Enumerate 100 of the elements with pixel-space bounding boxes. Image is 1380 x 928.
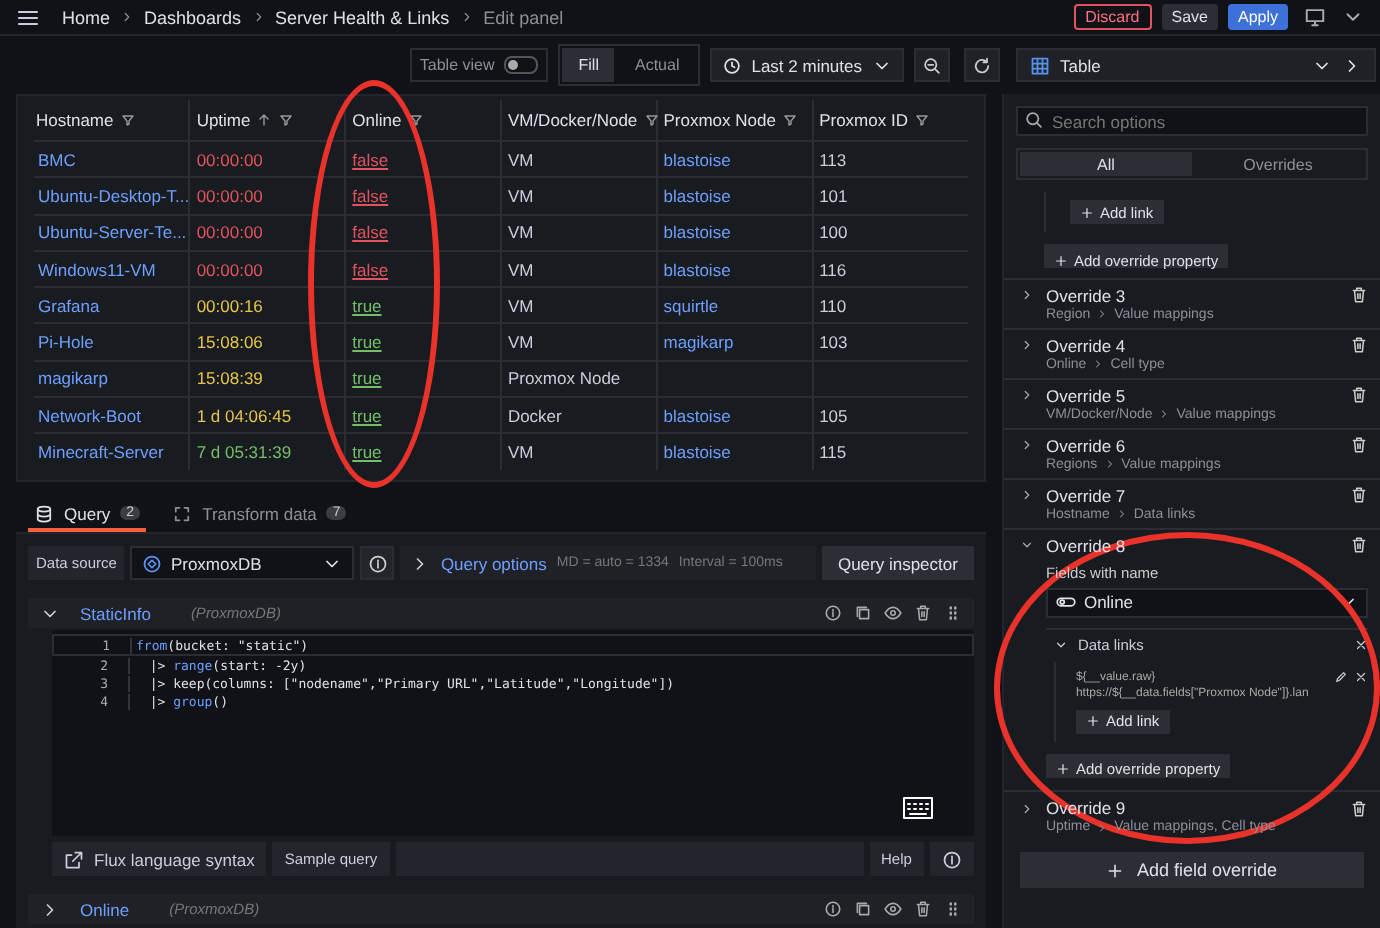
delete-icon[interactable] [1350,336,1368,354]
proxmox-node-link[interactable]: blastoise [656,397,813,434]
hostname-link[interactable]: Minecraft-Server [34,433,190,470]
chevron-right-icon[interactable] [1019,388,1034,402]
online-link[interactable]: true [352,405,382,426]
column-header[interactable]: Proxmox Node [656,100,813,141]
filter-icon[interactable] [407,112,424,128]
column-header[interactable]: Proxmox ID [812,100,968,141]
help-button[interactable] [360,546,395,580]
info-button[interactable] [929,842,974,876]
info-icon[interactable] [823,604,842,622]
proxmox-node-link[interactable]: blastoise [656,433,813,470]
breadcrumb-link[interactable]: Server Health & Links [275,7,450,27]
eye-icon[interactable] [883,900,902,918]
delete-icon[interactable] [1350,536,1368,554]
monitor-icon[interactable] [1304,6,1326,28]
proxmox-node-link[interactable]: magikarp [656,323,813,361]
online-link[interactable]: true [352,442,382,463]
override-title[interactable]: Override 6 [1045,435,1126,455]
proxmox-node-link[interactable]: blastoise [656,250,813,288]
query-inspector-button[interactable]: Query inspector [821,546,974,580]
chevron-right-icon[interactable] [1019,438,1034,452]
delete-icon[interactable] [1350,436,1368,454]
hostname-link[interactable]: Grafana [34,287,190,324]
delete-icon[interactable] [1350,799,1368,818]
filter-icon[interactable] [278,112,295,128]
options-tab[interactable]: Overrides [1191,152,1365,176]
proxmox-node-link[interactable]: blastoise [656,214,813,251]
delete-icon[interactable] [1350,386,1368,404]
override-title[interactable]: Override 7 [1045,485,1126,505]
header-button[interactable]: Save [1161,4,1218,30]
override-title[interactable]: Override 4 [1045,335,1126,355]
chevron-right-icon[interactable] [1019,488,1034,502]
visualization-picker[interactable]: Table [1016,48,1376,82]
proxmox-node-link[interactable]: blastoise [656,141,813,178]
breadcrumb-link[interactable]: Home [62,7,111,27]
edit-icon[interactable] [1334,669,1348,683]
delete-icon[interactable] [1350,486,1368,504]
add-field-override-button[interactable]: Add field override [1019,852,1364,889]
hostname-link[interactable]: BMC [34,141,190,178]
override-title[interactable]: Override 5 [1045,385,1126,405]
proxmox-node-link[interactable]: blastoise [656,177,813,215]
chevron-right-icon[interactable] [1019,288,1034,302]
uptime-cell: 00:00:00 [189,141,346,178]
chevron-down-icon[interactable] [1019,538,1034,552]
chevron-right-icon [251,10,266,24]
column-header[interactable]: Hostname [34,100,190,141]
online-link[interactable]: false [352,185,389,206]
flux-syntax-button[interactable]: Flux language syntax [52,842,267,876]
hostname-link[interactable]: Pi-Hole [34,323,190,361]
hostname-link[interactable]: magikarp [34,360,190,398]
time-range-picker[interactable]: Last 2 minutes [709,48,904,82]
chevron-down-icon[interactable] [1053,637,1068,651]
header-button[interactable]: Discard [1073,4,1152,30]
breadcrumb-link[interactable]: Dashboards [144,7,242,27]
refresh-button[interactable] [964,48,1000,82]
zoom-out-button[interactable] [914,48,950,82]
uptime-cell: 1 d 04:06:45 [189,397,346,434]
filter-icon[interactable] [781,112,798,128]
table-view-toggle[interactable]: Table view [409,48,549,82]
hostname-link[interactable]: Windows11-VM [34,250,190,288]
options-tab[interactable]: All [1019,152,1192,176]
query-name[interactable]: Online [80,899,130,919]
delete-icon[interactable] [913,900,932,918]
data-source-select[interactable]: ProxmoxDB [130,546,355,580]
online-link[interactable]: true [352,368,382,389]
copy-icon[interactable] [853,900,872,918]
online-link[interactable]: true [352,295,382,316]
field-select[interactable]: Online [1045,587,1368,617]
proxmox-node-link[interactable]: squirtle [656,287,813,324]
close-icon[interactable] [1354,669,1368,683]
fill-mode-option[interactable]: Actual [618,48,696,82]
menu-icon[interactable] [16,5,40,29]
delete-icon[interactable] [913,604,932,622]
override-title[interactable]: Override 3 [1045,285,1126,305]
column-header[interactable]: Uptime [189,100,346,141]
chevron-right-icon[interactable] [1019,801,1034,816]
online-link[interactable]: false [352,259,389,280]
chevron-right-icon[interactable] [1019,338,1034,352]
filter-icon[interactable] [119,112,136,128]
header-button[interactable]: Apply [1227,4,1288,30]
eye-icon[interactable] [883,604,902,622]
search-field[interactable]: Search options [1015,106,1368,136]
filter-icon[interactable] [643,112,660,128]
filter-icon[interactable] [913,112,930,128]
column-header[interactable]: Online [345,100,501,141]
hostname-link[interactable]: Ubuntu-Desktop-T... [34,177,190,215]
column-header[interactable]: VM/Docker/Node [500,100,657,141]
query-options-link[interactable]: Query options [440,553,547,573]
online-link[interactable]: false [352,149,389,170]
info-icon[interactable] [823,900,842,918]
online-link[interactable]: false [352,222,389,243]
query-name[interactable]: StaticInfo [80,603,151,623]
copy-icon[interactable] [853,604,872,622]
hostname-link[interactable]: Network-Boot [34,397,190,434]
online-link[interactable]: true [352,332,382,353]
close-icon[interactable] [1354,637,1368,651]
delete-icon[interactable] [1350,286,1368,304]
fill-mode-option[interactable]: Fill [562,48,615,82]
hostname-link[interactable]: Ubuntu-Server-Te... [34,214,190,251]
